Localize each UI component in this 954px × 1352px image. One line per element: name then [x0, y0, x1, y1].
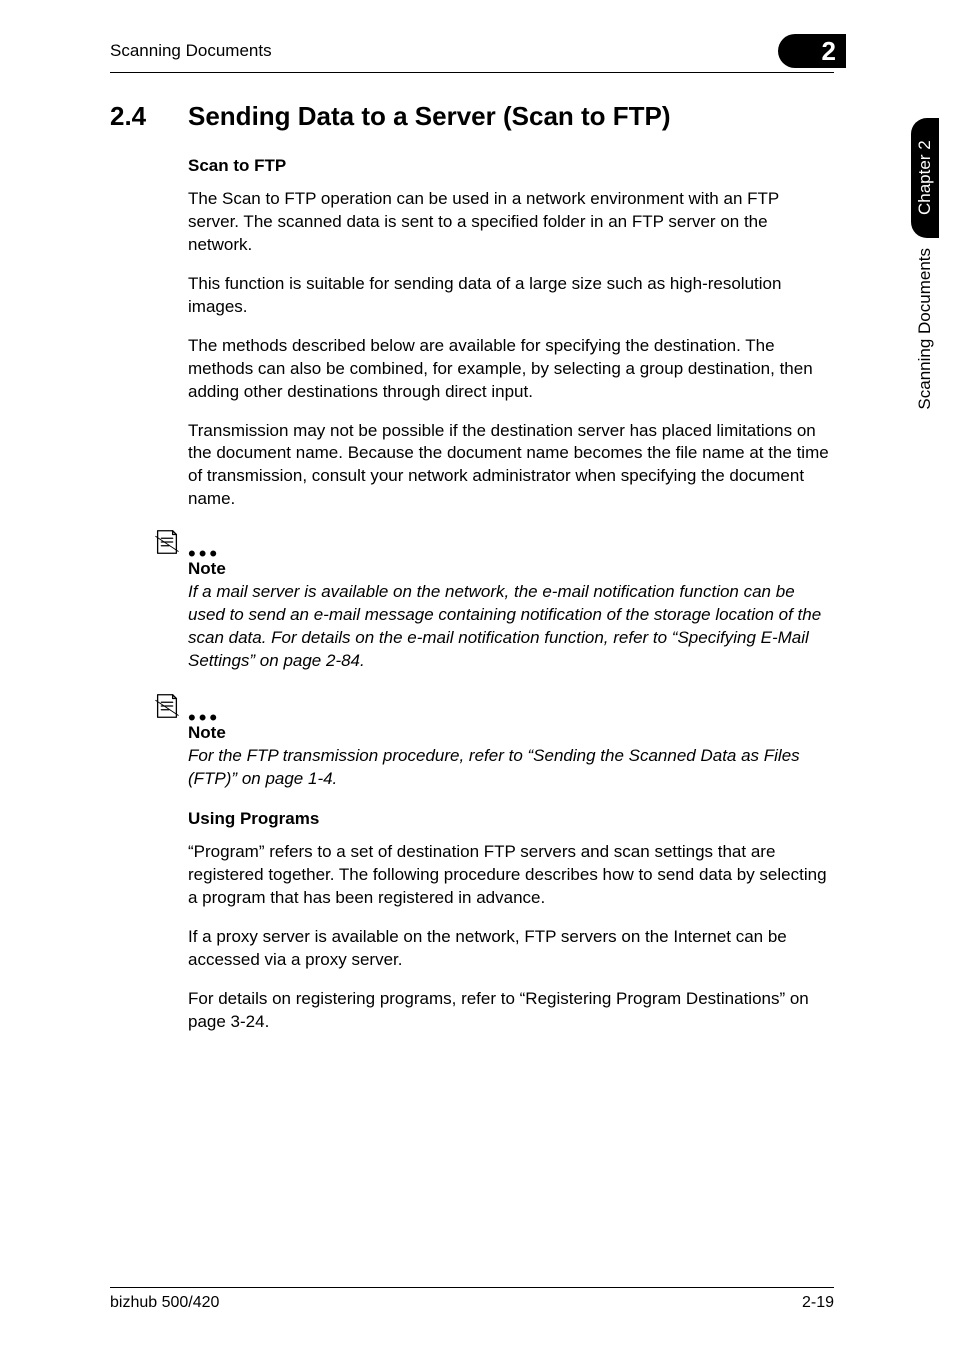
chapter-badge-number: 2 [822, 36, 836, 67]
paragraph: If a proxy server is available on the ne… [188, 926, 834, 972]
footer-page-number: 2-19 [802, 1294, 834, 1312]
header-row: Scanning Documents 2 [110, 34, 834, 73]
note-icon-row: ••• [152, 691, 834, 721]
note-block: ••• Note For the FTP transmission proced… [188, 691, 834, 791]
note-text: If a mail server is available on the net… [188, 581, 834, 673]
note-icon [152, 691, 182, 721]
paragraph: “Program” refers to a set of destination… [188, 841, 834, 910]
running-title: Scanning Documents [110, 41, 272, 61]
note-icon-row: ••• [152, 527, 834, 557]
page: Scanning Documents 2 2.4 Sending Data to… [0, 0, 954, 1352]
paragraph: The Scan to FTP operation can be used in… [188, 188, 834, 257]
body-column: Scan to FTP The Scan to FTP operation ca… [188, 156, 834, 1033]
subheading-using-programs: Using Programs [188, 809, 834, 829]
section-heading: 2.4 Sending Data to a Server (Scan to FT… [110, 101, 834, 132]
note-text: For the FTP transmission procedure, refe… [188, 745, 834, 791]
paragraph: This function is suitable for sending da… [188, 273, 834, 319]
subheading-scan-to-ftp: Scan to FTP [188, 156, 834, 176]
side-tab-chapter: Chapter 2 [911, 118, 939, 238]
side-tab-section: Scanning Documents [911, 238, 939, 428]
note-block: ••• Note If a mail server is available o… [188, 527, 834, 673]
paragraph: The methods described below are availabl… [188, 335, 834, 404]
note-label: Note [188, 723, 834, 743]
note-dots-icon: ••• [188, 713, 220, 723]
footer: bizhub 500/420 2-19 [110, 1287, 834, 1312]
side-tab: Chapter 2 Scanning Documents [896, 118, 954, 428]
chapter-badge: 2 [778, 34, 846, 68]
note-dots-icon: ••• [188, 549, 220, 559]
paragraph: For details on registering programs, ref… [188, 988, 834, 1034]
section-title: Sending Data to a Server (Scan to FTP) [188, 101, 671, 132]
note-icon [152, 527, 182, 557]
paragraph: Transmission may not be possible if the … [188, 420, 834, 512]
footer-left: bizhub 500/420 [110, 1294, 219, 1312]
section-number: 2.4 [110, 101, 188, 132]
note-label: Note [188, 559, 834, 579]
